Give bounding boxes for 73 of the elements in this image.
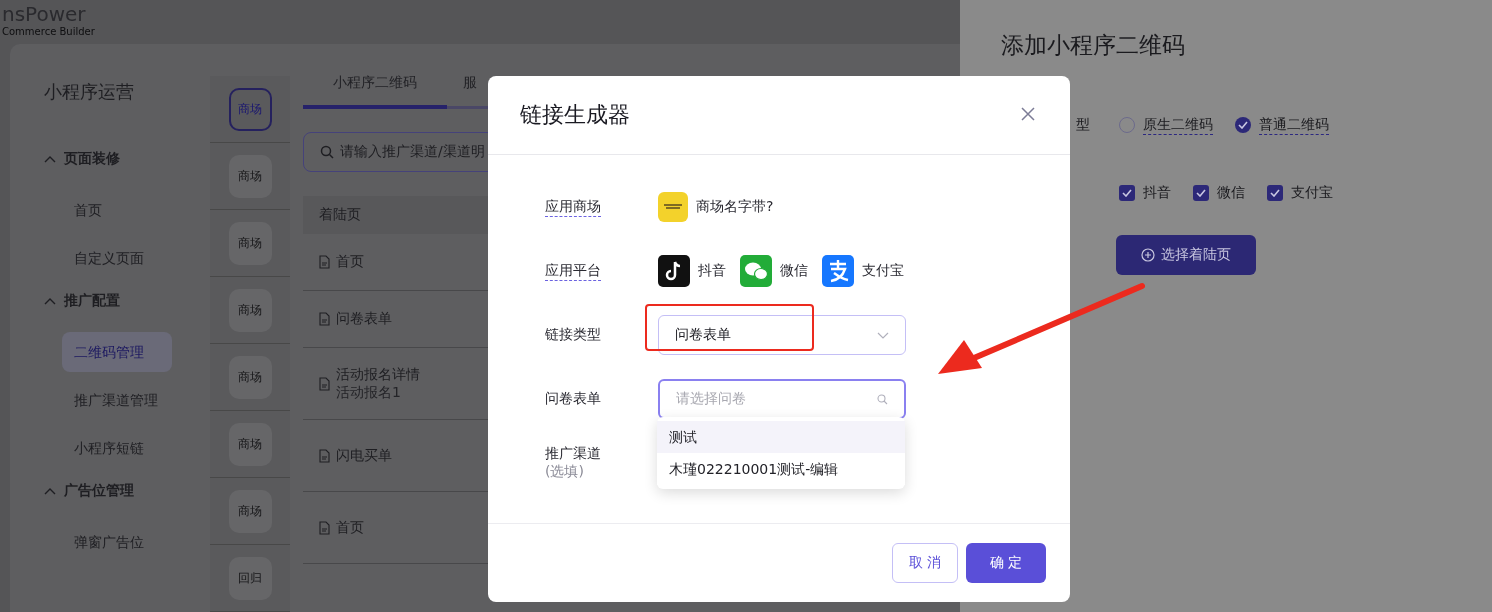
radio-label: 原生二维码 [1143,115,1213,135]
checkbox-label: 抖音 [1143,184,1171,202]
check-icon [1238,121,1248,129]
confirm-button[interactable]: 确 定 [966,543,1046,583]
tab[interactable]: 服 [447,72,477,109]
radio-label: 普通二维码 [1259,115,1329,135]
dropdown-option[interactable]: 木瑾022210001测试-编辑 [657,453,905,485]
store-chip[interactable]: 回归 [228,556,272,600]
pay-symbol-icon [822,255,854,287]
check-icon [1122,189,1132,197]
radio-button[interactable] [1235,117,1251,133]
optional-note: (选填) [545,463,585,481]
platform-name: 支付宝 [862,262,904,280]
store-name: 商场名字带? [696,198,774,216]
checkbox[interactable] [1267,185,1283,201]
store-chip[interactable]: 商场 [228,288,272,332]
sidebar-item[interactable]: 自定义页面 [62,238,156,278]
cancel-button[interactable]: 取 消 [892,543,958,583]
chevron-down-icon [877,331,889,339]
link-type-select[interactable]: 问卷表单 [658,315,906,355]
document-icon [319,520,330,535]
document-icon [319,255,330,269]
form-label: 推广渠道 [545,445,601,463]
table-cell: 闪电买单 [336,446,392,465]
document-icon [319,312,330,326]
store-chip[interactable]: 商场 [228,422,272,466]
plus-circle-icon [1141,248,1155,262]
drawer-title: 添加小程序二维码 [1001,31,1186,60]
checkbox[interactable] [1119,185,1135,201]
form-label: 应用平台 [545,261,601,281]
chevron-icon [44,297,56,305]
sidebar-group-label[interactable]: 推广配置 [64,292,120,310]
search-icon [320,145,334,159]
sidebar-group-label[interactable]: 页面装修 [64,150,120,168]
form-label: 应用商场 [545,197,601,217]
check-icon [1196,189,1206,197]
sidebar-item[interactable]: 首页 [62,190,114,230]
document-icon [319,448,330,463]
checkbox-label: 微信 [1217,184,1245,202]
select-landing-page-button[interactable]: 选择着陆页 [1116,235,1256,275]
store-chip[interactable]: 商场 [228,355,272,399]
sidebar-item[interactable]: 二维码管理 [62,332,172,372]
table-cell: 首页 [336,518,364,537]
chevron-icon [44,487,56,495]
table-cell: 首页 [336,253,364,271]
sidebar-item[interactable]: 小程序短链 [62,428,156,468]
chevron-icon [44,155,56,163]
store-chip[interactable]: 商场 [228,154,272,198]
checkbox-label: 支付宝 [1291,184,1333,202]
store-chip[interactable]: 商场 [228,221,272,265]
table-cell: 问卷表单 [336,310,392,328]
form-label: 型 [1075,116,1091,134]
store-logo-icon [658,192,688,222]
dropdown-option[interactable]: 测试 [657,421,905,453]
logo-tagline: Commerce Builder [2,26,96,38]
sidebar-item[interactable]: 推广渠道管理 [62,380,170,420]
store-chip[interactable]: 商场 [228,87,272,131]
music-note-icon [658,255,690,287]
sidebar-title: 小程序运营 [44,80,135,104]
check-icon [1270,189,1280,197]
platform-name: 微信 [780,262,808,280]
sidebar-group-label[interactable]: 广告位管理 [64,482,134,500]
table-cell: 活动报名详情 [336,365,420,384]
checkbox[interactable] [1193,185,1209,201]
sidebar-item[interactable]: 弹窗广告位 [62,522,156,562]
chat-bubbles-icon [740,255,772,287]
platform-name: 抖音 [698,262,726,280]
search-icon [877,393,888,405]
store-chip[interactable]: 商场 [228,489,272,533]
form-label: 问卷表单 [545,390,601,408]
dialog-title: 链接生成器 [520,101,630,129]
document-icon [319,376,330,391]
form-label: 链接类型 [545,326,601,344]
